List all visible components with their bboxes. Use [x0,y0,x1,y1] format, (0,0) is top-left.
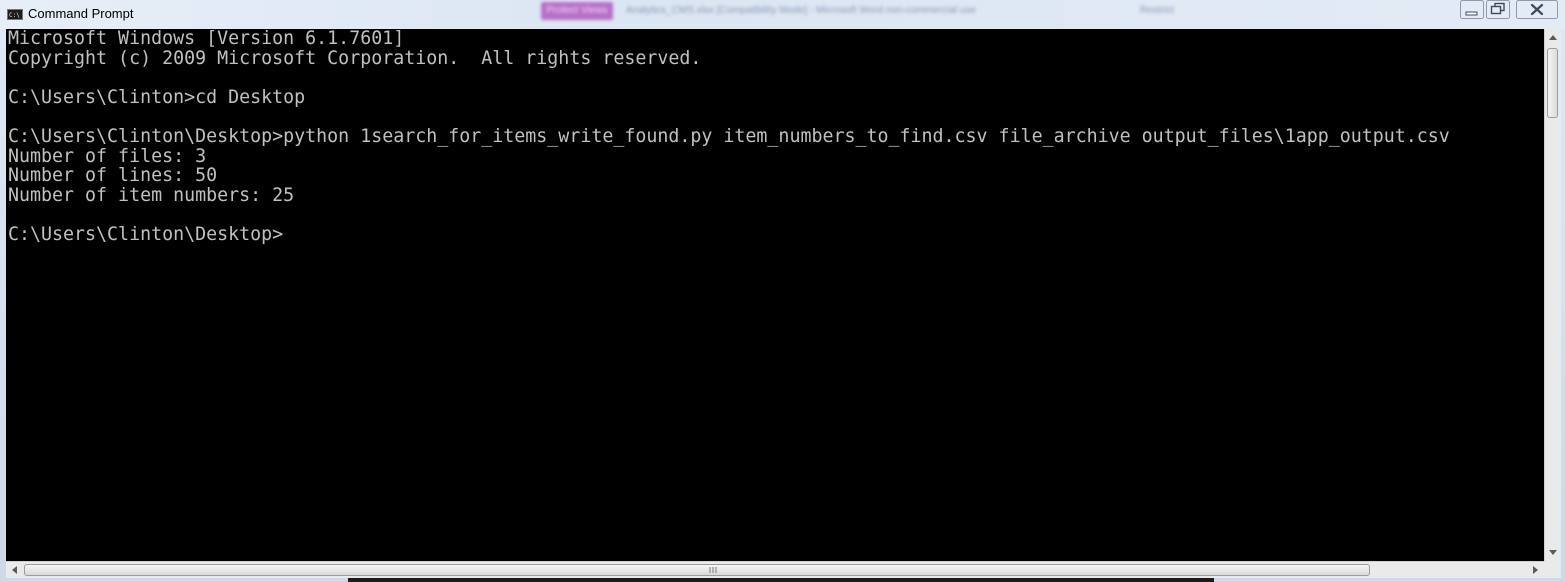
console-line: Number of item numbers: 25 [8,184,295,206]
scroll-down-arrow[interactable] [1545,544,1561,561]
console-output[interactable]: Microsoft Windows [Version 6.1.7601] Copy… [6,29,1544,561]
scroll-up-arrow[interactable] [1545,29,1561,46]
taskbar-edge [348,578,1214,582]
window-title: Command Prompt [28,6,134,21]
background-window-extra: Restrict [1140,5,1174,16]
console-line: Copyright (c) 2009 Microsoft Corporation… [8,47,702,69]
scroll-right-arrow[interactable] [1527,562,1544,578]
console-line: C:\Users\Clinton\Desktop>python 1search_… [8,125,1450,147]
horizontal-scroll-thumb[interactable] [24,564,1370,576]
size-grip[interactable] [1544,561,1561,578]
vertical-scrollbar[interactable] [1544,29,1561,561]
svg-text:C:\: C:\ [9,12,20,18]
background-window-tab: Protect Views [541,2,613,20]
console-line: C:\Users\Clinton>cd Desktop [8,86,306,108]
close-icon [1516,0,1558,19]
console-line: Microsoft Windows [Version 6.1.7601] [8,29,405,49]
console-icon[interactable]: C:\ [7,9,23,20]
close-button[interactable] [1516,0,1558,20]
title-bar[interactable]: Protect Views Analytics_CMS.xlsx [Compat… [0,0,1565,29]
horizontal-scrollbar[interactable] [6,561,1544,578]
console-text: Microsoft Windows [Version 6.1.7601] Copy… [8,29,1450,245]
restore-button[interactable] [1486,0,1510,20]
background-window-title: Analytics_CMS.xlsx [Compatibility Mode] … [626,5,976,16]
console-line: Number of files: 3 [8,145,207,167]
console-line: C:\Users\Clinton\Desktop> [8,223,284,245]
command-prompt-window: Protect Views Analytics_CMS.xlsx [Compat… [0,0,1565,582]
minimize-button[interactable] [1460,0,1484,20]
grip-icon [709,567,717,573]
restore-icon [1486,0,1510,19]
scroll-left-arrow[interactable] [6,562,23,578]
minimize-icon [1460,0,1484,19]
console-line: Number of lines: 50 [8,165,218,187]
vertical-scroll-thumb[interactable] [1547,48,1558,118]
